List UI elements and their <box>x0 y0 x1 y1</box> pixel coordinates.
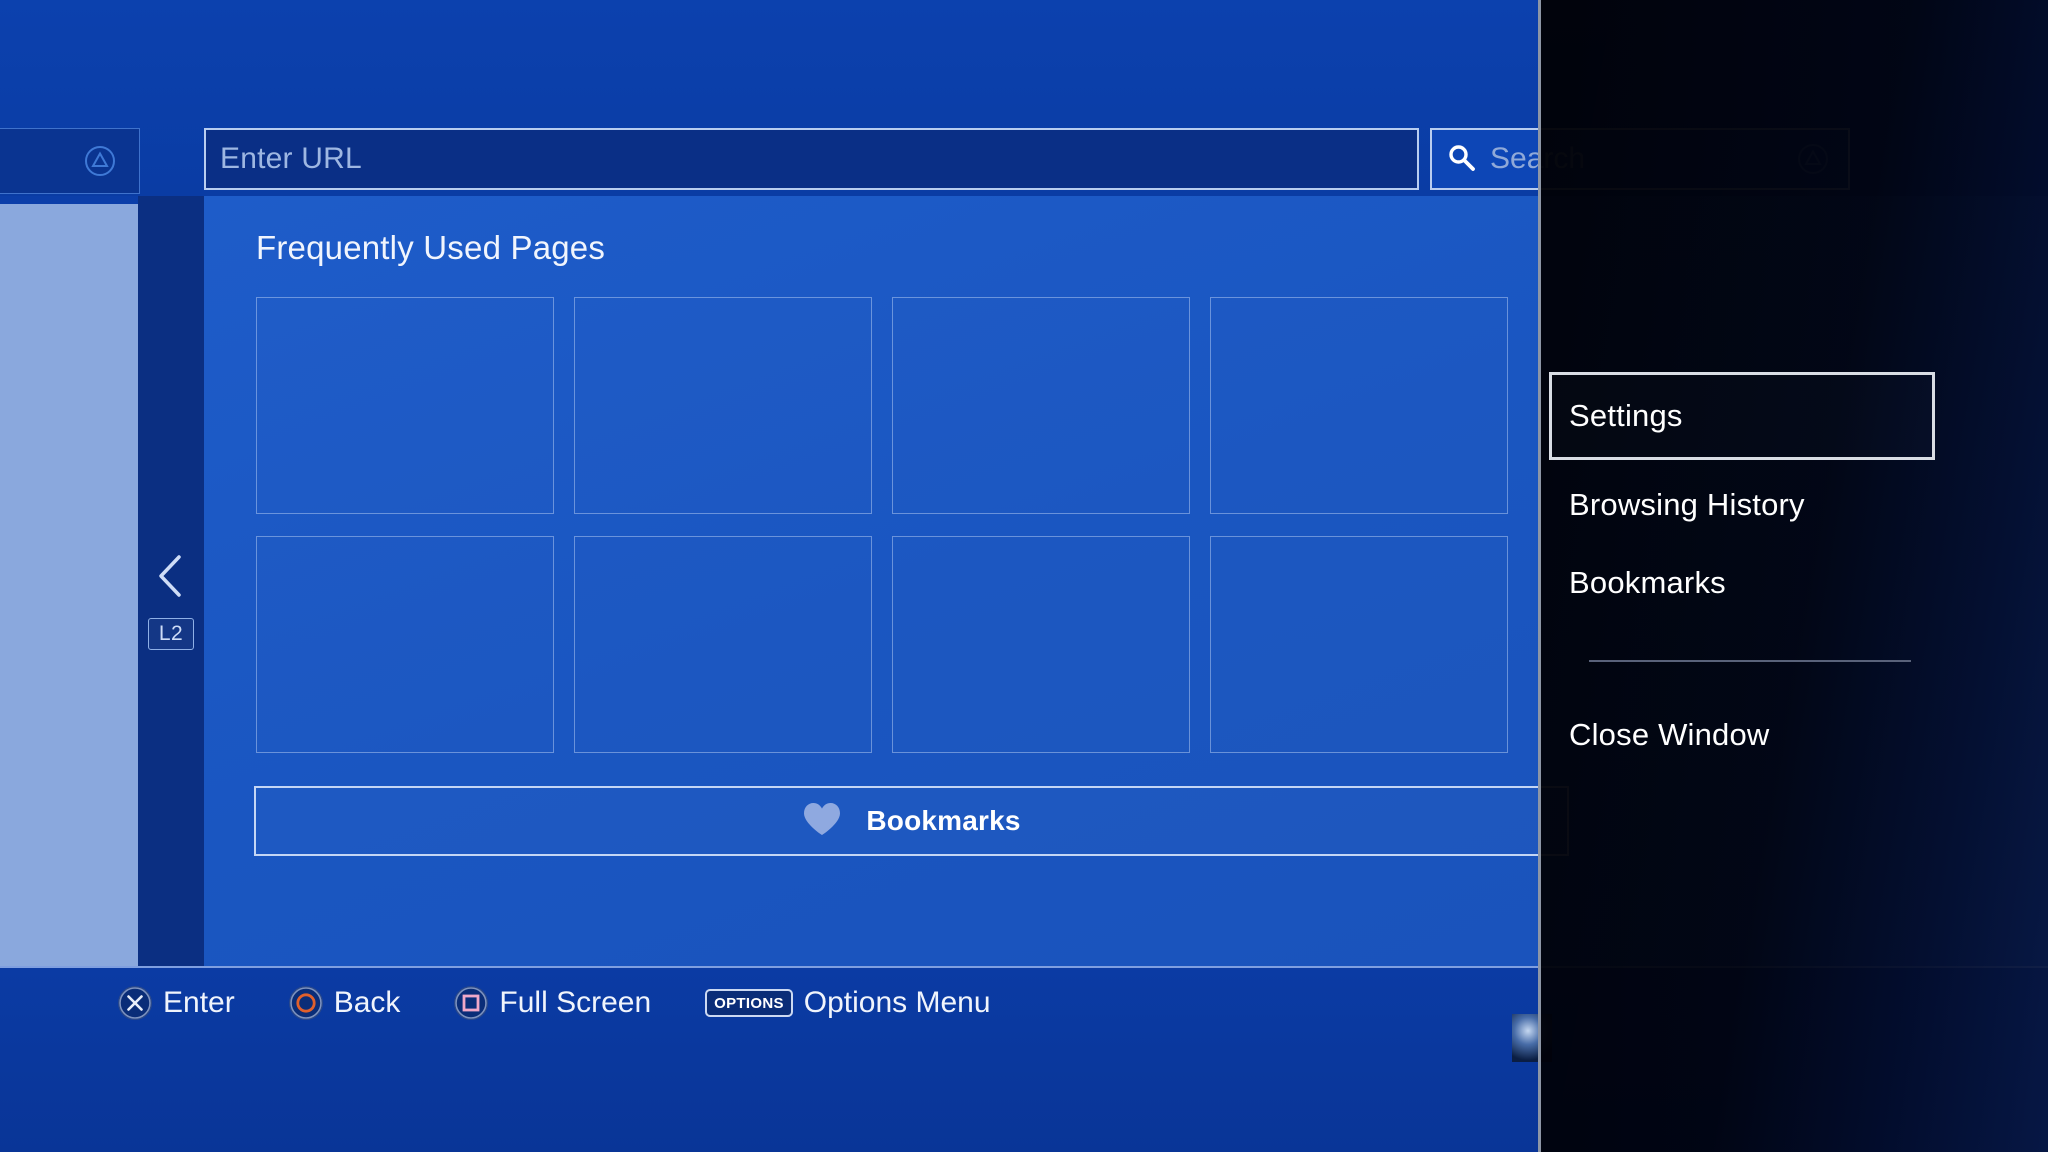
bookmarks-button-label: Bookmarks <box>866 805 1021 836</box>
page-tile[interactable] <box>574 297 872 514</box>
url-input[interactable]: Enter URL <box>204 128 1419 190</box>
hint-full-screen[interactable]: Full Screen <box>454 986 651 1020</box>
hint-back[interactable]: Back <box>288 986 401 1020</box>
hint-options-menu[interactable]: OPTIONS Options Menu <box>705 986 991 1020</box>
search-icon <box>1446 142 1476 177</box>
page-tile[interactable] <box>892 536 1190 753</box>
hint-full-screen-label: Full Screen <box>499 986 652 1019</box>
options-menu-item-close-window[interactable]: Close Window <box>1549 702 1935 768</box>
heart-icon <box>802 801 842 842</box>
options-menu-item-settings[interactable]: Settings <box>1549 372 1935 460</box>
options-menu-overlay: Settings Browsing History Bookmarks Clos… <box>1538 0 2048 1152</box>
page-tile[interactable] <box>256 536 554 753</box>
frequently-used-pages-grid <box>256 297 1508 753</box>
adjacent-tab-card[interactable] <box>0 128 140 194</box>
options-menu: Settings Browsing History Bookmarks Clos… <box>1549 372 1935 768</box>
page-tile[interactable] <box>892 297 1190 514</box>
page-tile[interactable] <box>1210 297 1508 514</box>
url-input-placeholder: Enter URL <box>220 142 362 175</box>
hint-back-label: Back <box>333 986 401 1019</box>
options-menu-item-browsing-history[interactable]: Browsing History <box>1549 472 1935 538</box>
hint-enter-label: Enter <box>163 986 235 1019</box>
options-menu-item-bookmarks-label: Bookmarks <box>1569 565 1726 600</box>
options-menu-item-browsing-history-label: Browsing History <box>1569 487 1805 522</box>
circle-button-icon <box>288 986 323 1020</box>
page-title: Frequently Used Pages <box>256 229 606 266</box>
options-button-icon: OPTIONS <box>705 989 793 1017</box>
bookmarks-button[interactable]: Bookmarks <box>254 786 1569 856</box>
footer-hint-list: Enter Back Full Screen OPTIONS Options M… <box>118 986 1045 1020</box>
options-menu-item-close-window-label: Close Window <box>1569 717 1770 752</box>
chevron-left-icon[interactable] <box>152 552 188 600</box>
hint-enter[interactable]: Enter <box>118 986 235 1020</box>
playstation-browser-screen: L2 Enter URL Search Frequently <box>0 0 2048 1152</box>
triangle-button-icon <box>83 144 117 178</box>
hint-options-menu-label: Options Menu <box>803 986 991 1019</box>
square-button-icon <box>454 986 489 1020</box>
page-tile[interactable] <box>1210 536 1508 753</box>
l2-shoulder-button-badge: L2 <box>148 618 194 650</box>
adjacent-page-preview[interactable] <box>0 204 138 972</box>
cross-button-icon <box>118 986 152 1020</box>
options-menu-item-bookmarks[interactable]: Bookmarks <box>1549 550 1935 616</box>
page-tile[interactable] <box>574 536 872 753</box>
options-menu-divider <box>1589 660 1911 662</box>
page-tile[interactable] <box>256 297 554 514</box>
options-menu-item-settings-label: Settings <box>1569 398 1683 433</box>
